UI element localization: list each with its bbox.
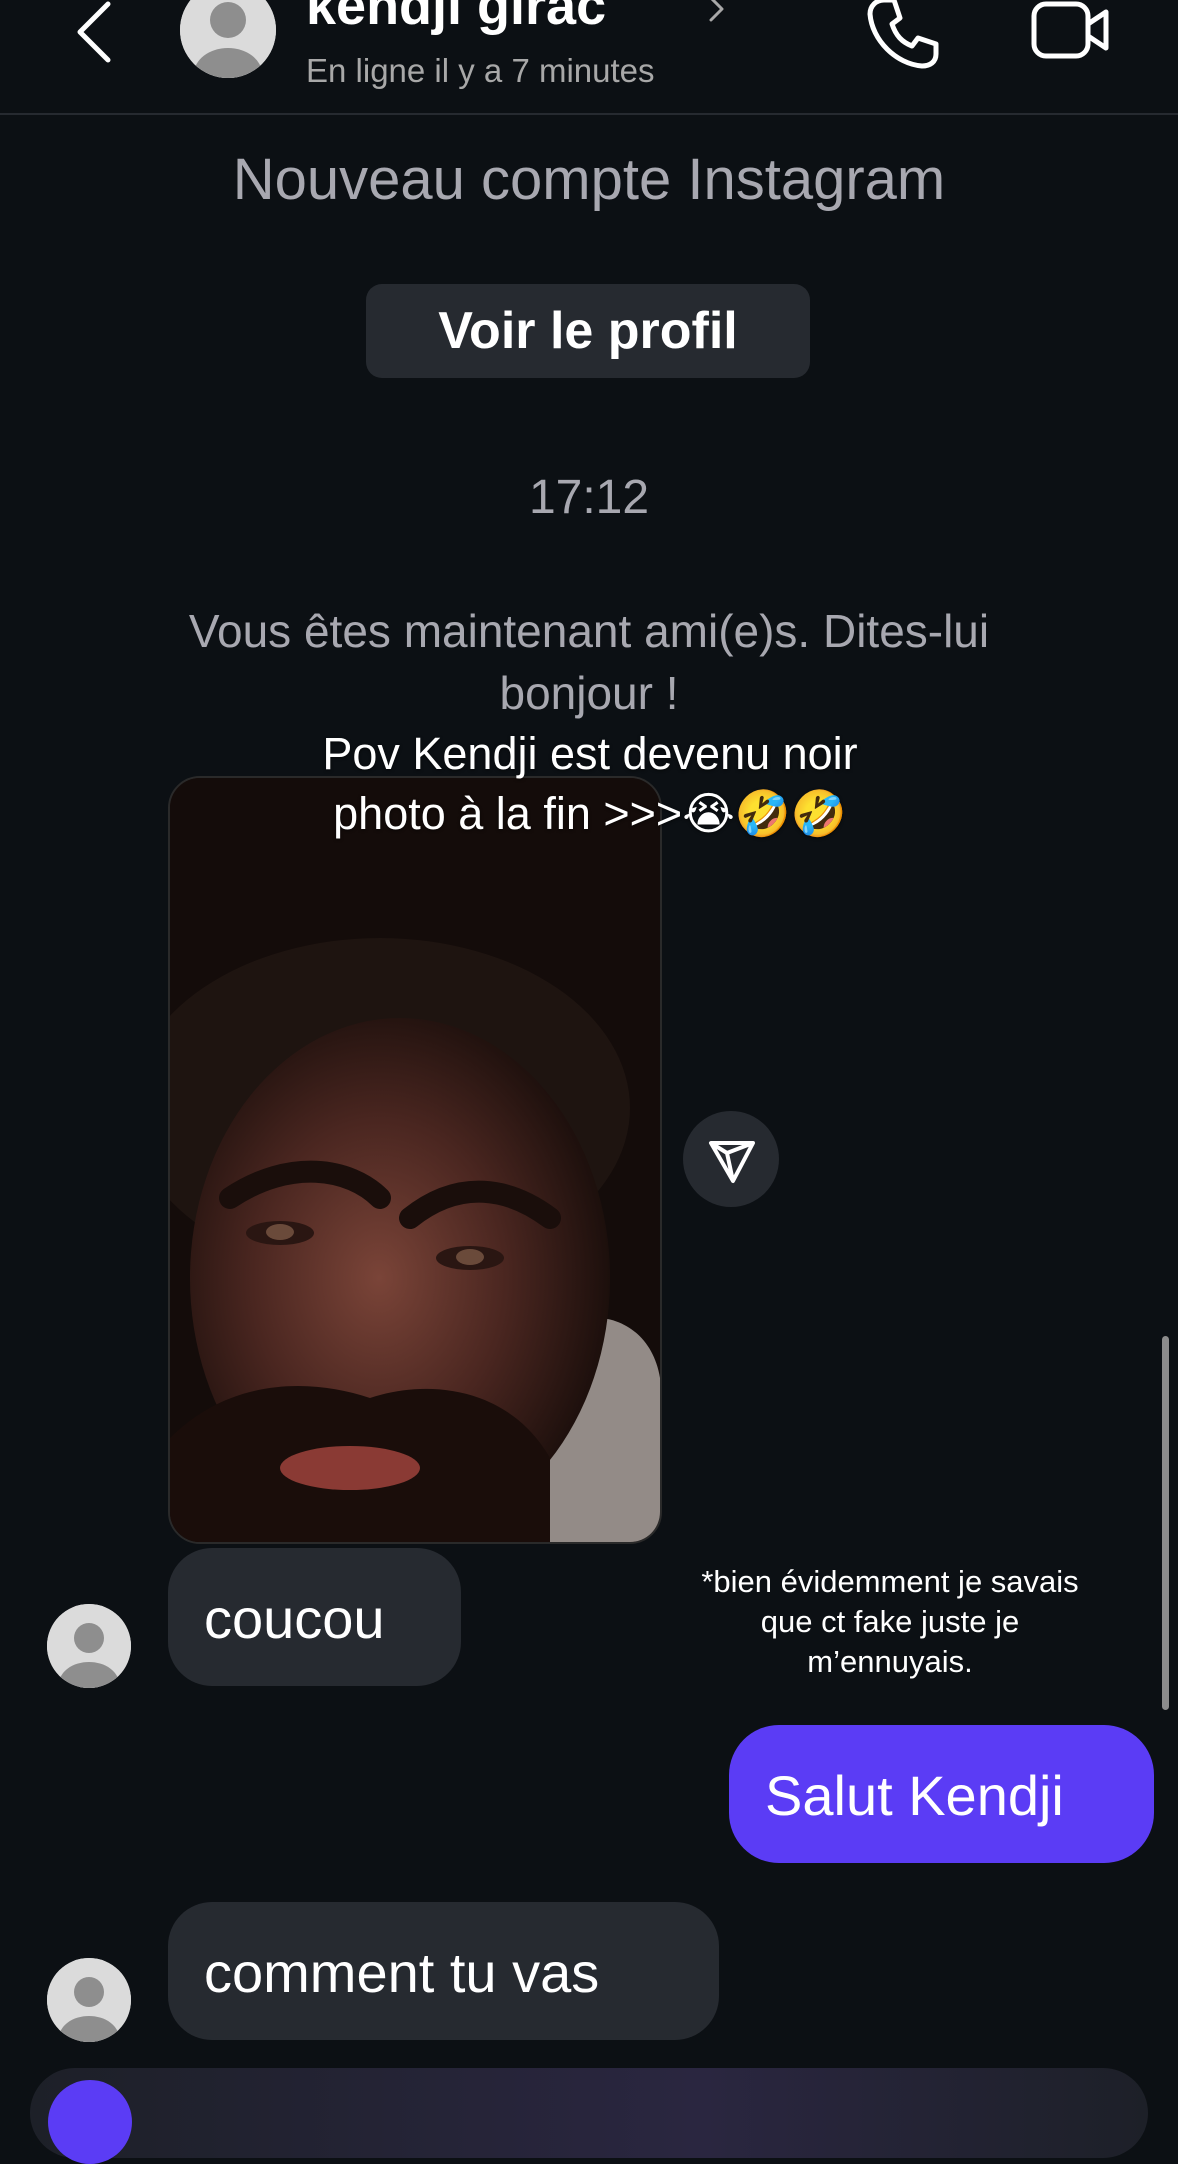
audio-call-button[interactable]: [862, 0, 942, 72]
default-avatar-icon: [180, 0, 276, 78]
contact-name[interactable]: kendji girac: [306, 0, 606, 36]
caption-line-1: Pov Kendji est devenu noir: [322, 728, 858, 779]
contact-avatar[interactable]: [180, 0, 276, 78]
overlay-side-note: *bien évidemment je savais que ct fake j…: [701, 1564, 1079, 1679]
phone-icon: [867, 0, 939, 69]
message-timestamp: 17:12: [528, 471, 650, 524]
face-photo: [170, 778, 660, 1542]
message-text: coucou: [204, 1587, 385, 1650]
chevron-left-icon: [77, 1, 111, 63]
message-bubble-outgoing[interactable]: Salut Kendji: [729, 1725, 1154, 1863]
chevron-right-icon[interactable]: [706, 0, 728, 24]
back-button[interactable]: [70, 0, 120, 70]
message-text: Salut Kendji: [765, 1764, 1064, 1827]
video-caption: Pov Kendji est devenu noir photo à la fi…: [200, 724, 980, 844]
message-bubble-incoming[interactable]: coucou: [168, 1548, 461, 1686]
caption-line-2: photo à la fin >>>😭🤣🤣: [333, 788, 847, 839]
photo-message[interactable]: [168, 776, 662, 1544]
send-icon: [709, 1141, 755, 1183]
sender-avatar[interactable]: [47, 1604, 131, 1688]
share-photo-button[interactable]: [683, 1111, 779, 1207]
camera-button[interactable]: [48, 2080, 132, 2164]
video-camera-icon: [1031, 1, 1109, 59]
default-avatar-icon: [47, 1604, 131, 1688]
new-account-notice: Nouveau compte Instagram: [232, 147, 946, 212]
message-text: comment tu vas: [204, 1941, 600, 2004]
chat-header: kendji girac En ligne il y a 7 minutes: [0, 0, 1178, 115]
sender-avatar[interactable]: [47, 1958, 131, 2042]
friends-notice: Vous êtes maintenant ami(e)s. Dites-lui …: [188, 605, 990, 719]
contact-status: En ligne il y a 7 minutes: [306, 52, 655, 89]
message-composer[interactable]: [30, 2068, 1148, 2158]
scrollbar[interactable]: [1162, 1336, 1169, 1710]
view-profile-button[interactable]: Voir le profil: [366, 284, 810, 378]
video-call-button[interactable]: [1030, 0, 1112, 66]
message-bubble-incoming[interactable]: comment tu vas: [168, 1902, 719, 2040]
default-avatar-icon: [47, 1958, 131, 2042]
